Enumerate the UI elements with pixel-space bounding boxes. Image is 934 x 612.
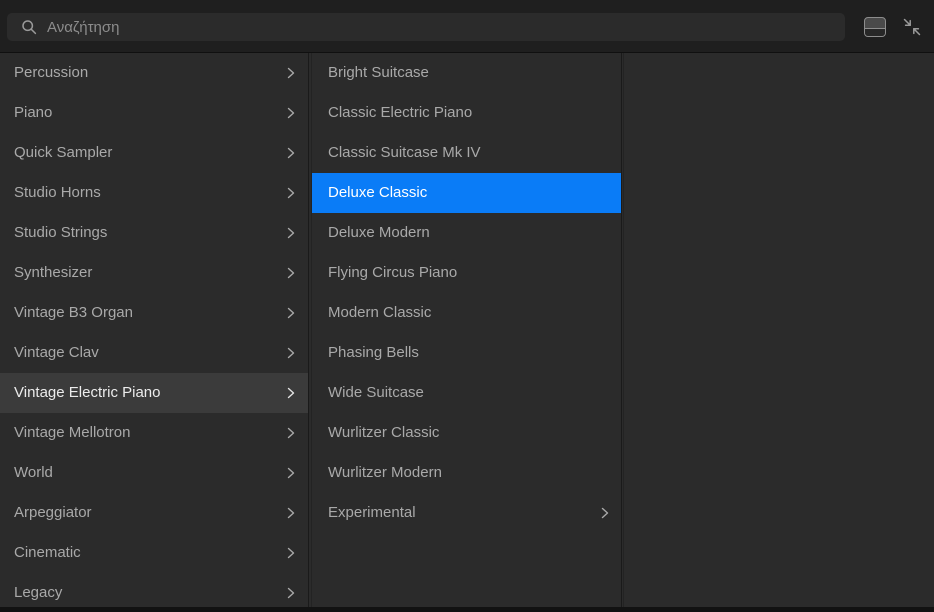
category-row-label: Synthesizer [14, 264, 285, 282]
category-row-label: Vintage B3 Organ [14, 304, 285, 322]
browser-header [0, 0, 934, 53]
patch-row-label: Deluxe Classic [328, 184, 611, 202]
category-row[interactable]: Vintage Clav [0, 333, 308, 373]
chevron-right-icon [285, 386, 297, 400]
patch-row[interactable]: Experimental [312, 493, 622, 533]
column-divider-1 [308, 53, 309, 607]
chevron-right-icon [285, 506, 297, 520]
category-row-label: Piano [14, 104, 285, 122]
chevron-right-icon [285, 146, 297, 160]
chevron-right-icon [285, 266, 297, 280]
window-bottom-strip [0, 607, 934, 612]
category-row-label: Legacy [14, 584, 285, 602]
search-field[interactable] [7, 13, 845, 41]
column-divider-2 [621, 53, 622, 607]
patch-row[interactable]: Modern Classic [312, 293, 622, 333]
patch-row[interactable]: Wide Suitcase [312, 373, 622, 413]
chevron-right-icon [285, 586, 297, 600]
patch-row[interactable]: Wurlitzer Modern [312, 453, 622, 493]
category-row[interactable]: Vintage B3 Organ [0, 293, 308, 333]
chevron-right-icon [285, 466, 297, 480]
patch-row[interactable]: Classic Suitcase Mk IV [312, 133, 622, 173]
patch-row-label: Classic Suitcase Mk IV [328, 144, 611, 162]
patch-row-label: Bright Suitcase [328, 64, 611, 82]
library-browser-window: Percussion Piano Quick Sampler Studio Horns… [0, 0, 934, 612]
collapse-arrows-icon [901, 16, 923, 38]
category-row-label: Studio Horns [14, 184, 285, 202]
category-row-label: Cinematic [14, 544, 285, 562]
patch-column[interactable]: Bright Suitcase Classic Electric Piano Cla… [311, 53, 622, 607]
category-row-label: Vintage Clav [14, 344, 285, 362]
patch-row[interactable]: Classic Electric Piano [312, 93, 622, 133]
chevron-right-icon [285, 66, 297, 80]
search-icon [21, 19, 37, 35]
patch-row-label: Classic Electric Piano [328, 104, 611, 122]
category-row-label: Vintage Mellotron [14, 424, 285, 442]
collapse-button[interactable] [898, 13, 926, 41]
patch-row-label: Deluxe Modern [328, 224, 611, 242]
search-input[interactable] [47, 16, 835, 38]
category-row[interactable]: Piano [0, 93, 308, 133]
chevron-right-icon [285, 106, 297, 120]
category-row[interactable]: Quick Sampler [0, 133, 308, 173]
patch-row-label: Wide Suitcase [328, 384, 611, 402]
category-row-label: World [14, 464, 285, 482]
chevron-right-icon [285, 426, 297, 440]
chevron-right-icon [285, 346, 297, 360]
category-row[interactable]: Studio Horns [0, 173, 308, 213]
patch-row[interactable]: Deluxe Modern [312, 213, 622, 253]
patch-row[interactable]: Wurlitzer Classic [312, 413, 622, 453]
category-row[interactable]: Vintage Electric Piano [0, 373, 308, 413]
patch-row[interactable]: Flying Circus Piano [312, 253, 622, 293]
patch-row-label: Wurlitzer Modern [328, 464, 611, 482]
category-row[interactable]: World [0, 453, 308, 493]
chevron-right-icon [285, 546, 297, 560]
patch-row-label: Modern Classic [328, 304, 611, 322]
patch-row-label: Flying Circus Piano [328, 264, 611, 282]
patch-row-label: Experimental [328, 504, 599, 522]
chevron-right-icon [599, 506, 611, 520]
category-row-label: Vintage Electric Piano [14, 384, 285, 402]
chevron-right-icon [285, 186, 297, 200]
category-row-label: Studio Strings [14, 224, 285, 242]
category-row-label: Percussion [14, 64, 285, 82]
category-row[interactable]: Vintage Mellotron [0, 413, 308, 453]
category-row[interactable]: Legacy [0, 573, 308, 607]
category-row[interactable]: Studio Strings [0, 213, 308, 253]
patch-row[interactable]: Deluxe Classic [312, 173, 622, 213]
patch-row[interactable]: Bright Suitcase [312, 53, 622, 93]
patch-row-label: Wurlitzer Classic [328, 424, 611, 442]
panel-layout-button[interactable] [861, 13, 889, 41]
category-row[interactable]: Percussion [0, 53, 308, 93]
patch-row-label: Phasing Bells [328, 344, 611, 362]
detail-column[interactable] [623, 53, 934, 607]
panel-layout-icon [864, 17, 886, 37]
category-row-label: Arpeggiator [14, 504, 285, 522]
category-row[interactable]: Arpeggiator [0, 493, 308, 533]
chevron-right-icon [285, 226, 297, 240]
chevron-right-icon [285, 306, 297, 320]
category-row[interactable]: Synthesizer [0, 253, 308, 293]
patch-row[interactable]: Phasing Bells [312, 333, 622, 373]
category-row-label: Quick Sampler [14, 144, 285, 162]
category-column[interactable]: Percussion Piano Quick Sampler Studio Horns… [0, 53, 308, 607]
category-row[interactable]: Cinematic [0, 533, 308, 573]
